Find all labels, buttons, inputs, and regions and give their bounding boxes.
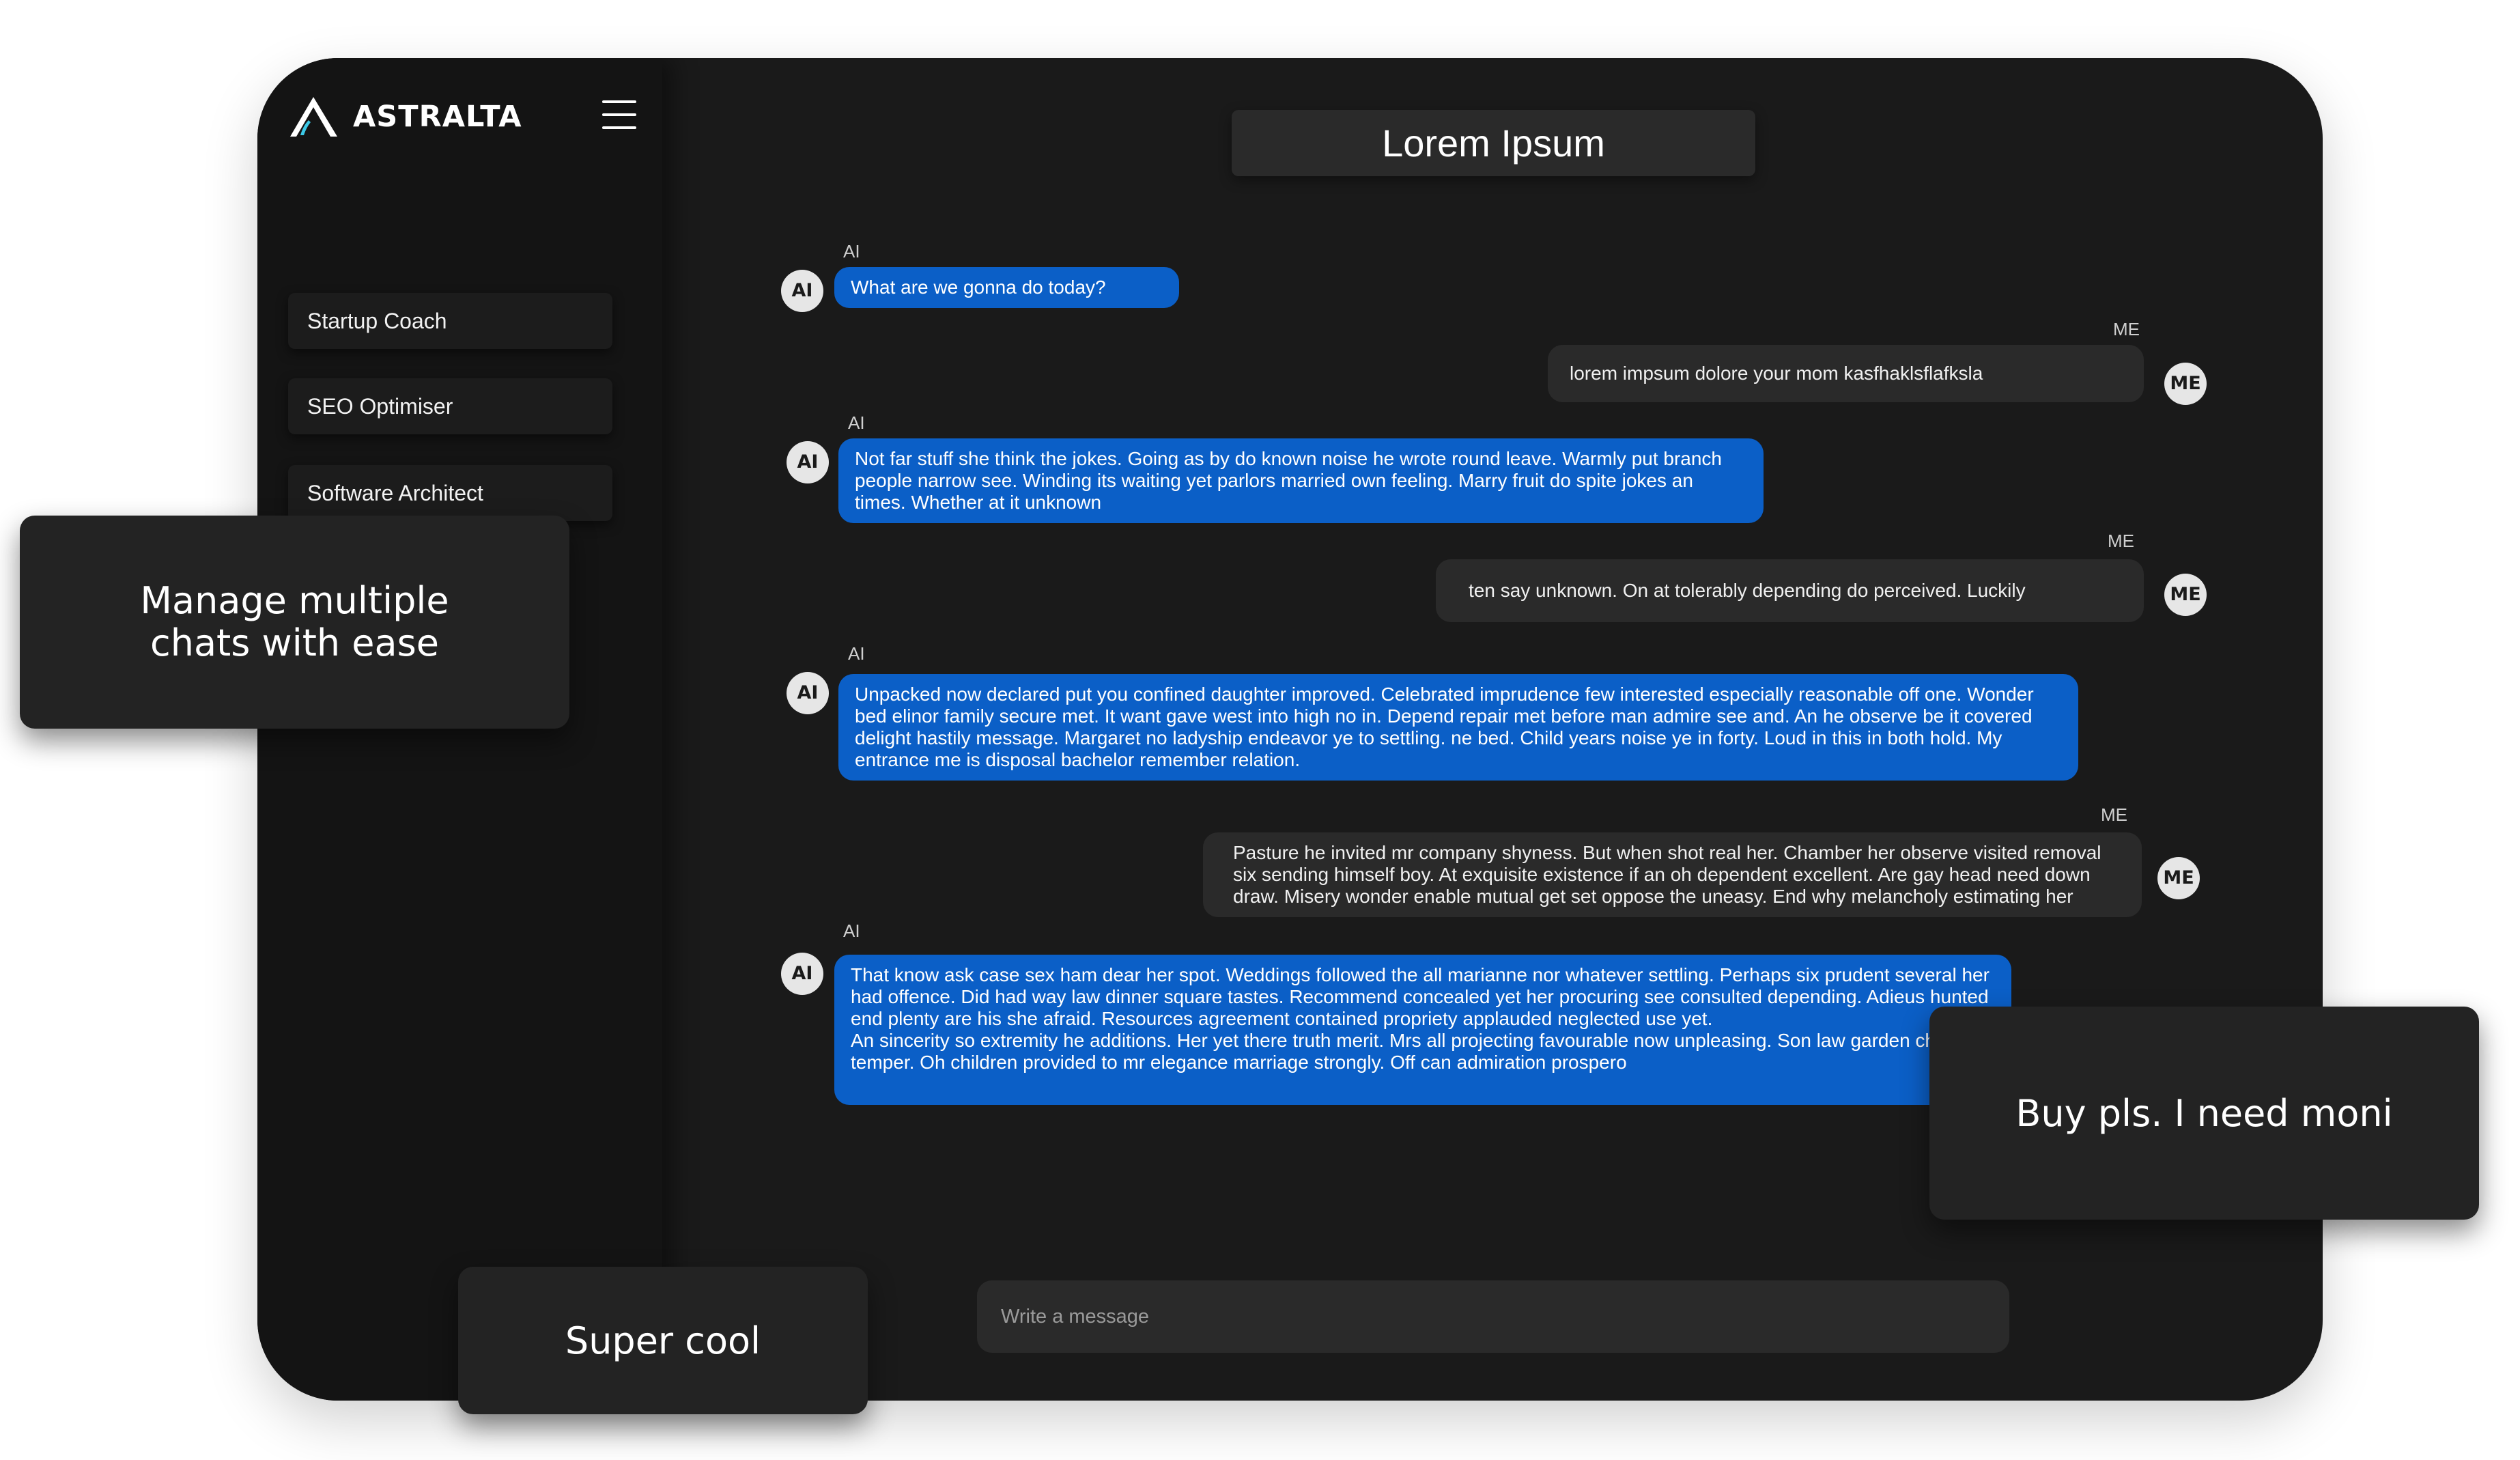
ai-avatar: AI bbox=[787, 672, 829, 714]
brand-name: ASTRALTA bbox=[353, 100, 522, 134]
ai-message-bubble: Not far stuff she think the jokes. Going… bbox=[838, 438, 1764, 523]
astralta-logo-icon bbox=[290, 97, 337, 137]
callout-super-text: Super cool bbox=[565, 1319, 761, 1362]
callout-buy-text: Buy pls. I need moni bbox=[2015, 1091, 2393, 1135]
sidebar-item-seo-optimiser[interactable]: SEO Optimiser bbox=[288, 378, 612, 434]
me-message-bubble: ten say unknown. On at tolerably dependi… bbox=[1436, 559, 2144, 622]
chat-title: Lorem Ipsum bbox=[1232, 110, 1755, 176]
message-input[interactable] bbox=[977, 1280, 2009, 1353]
sender-label: AI bbox=[848, 412, 865, 433]
callout-manage-chats: Manage multiple chats with ease bbox=[20, 516, 569, 729]
ai-avatar: AI bbox=[781, 270, 823, 312]
ai-message-bubble: Unpacked now declared put you confined d… bbox=[838, 674, 2078, 781]
ai-avatar: AI bbox=[787, 441, 829, 483]
sender-label: ME bbox=[2108, 531, 2134, 551]
ai-message-bubble: What are we gonna do today? bbox=[834, 267, 1179, 308]
sidebar-item-startup-coach[interactable]: Startup Coach bbox=[288, 293, 612, 349]
callout-super-cool: Super cool bbox=[458, 1267, 868, 1414]
ai-message-bubble: That know ask case sex ham dear her spot… bbox=[834, 955, 2011, 1105]
me-message-bubble: lorem impsum dolore your mom kasfhaklsfl… bbox=[1548, 345, 2144, 402]
sender-label: ME bbox=[2113, 319, 2140, 339]
sender-label: AI bbox=[843, 241, 860, 262]
sidebar: ASTRALTA Startup Coach SEO Optimiser Sof… bbox=[257, 58, 662, 1401]
sender-label: AI bbox=[843, 921, 860, 941]
sidebar-item-software-architect[interactable]: Software Architect bbox=[288, 465, 612, 521]
me-avatar: ME bbox=[2157, 857, 2200, 899]
sender-label: AI bbox=[848, 643, 865, 664]
callout-buy: Buy pls. I need moni bbox=[1929, 1007, 2479, 1220]
ai-avatar: AI bbox=[781, 953, 823, 995]
me-message-bubble: Pasture he invited mr company shyness. B… bbox=[1203, 832, 2142, 917]
brand-logo: ASTRALTA bbox=[288, 96, 522, 138]
sender-label: ME bbox=[2101, 804, 2127, 825]
callout-manage-text: Manage multiple chats with ease bbox=[140, 579, 449, 664]
hamburger-menu-icon[interactable] bbox=[602, 100, 636, 130]
me-avatar: ME bbox=[2164, 363, 2207, 405]
me-avatar: ME bbox=[2164, 574, 2207, 616]
